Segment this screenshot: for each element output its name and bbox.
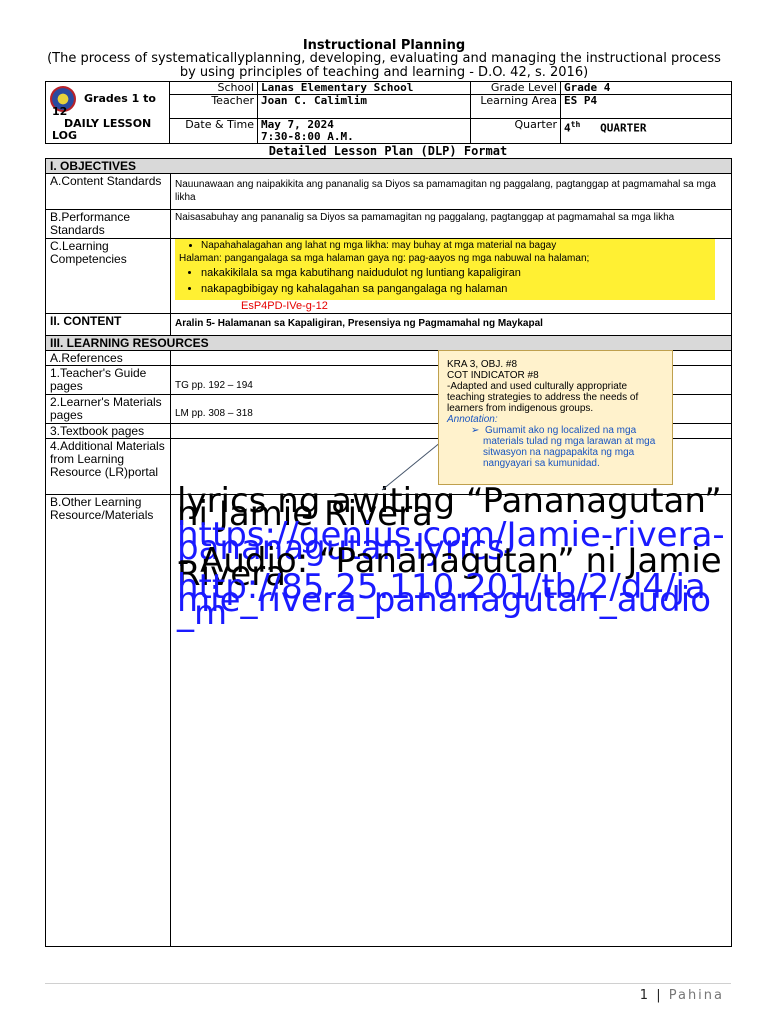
- callout-annotation-body: Gumamit ako ng localized na mga material…: [483, 425, 656, 469]
- page-number: 1: [639, 988, 651, 1003]
- cot-annotation-callout: KRA 3, OBJ. #8 COT INDICATOR #8 -Adapted…: [438, 350, 673, 485]
- page-footer: 1 | Pahina: [640, 988, 724, 1003]
- page-label: Pahina: [668, 988, 724, 1003]
- callout-kra: KRA 3, OBJ. #8: [447, 359, 518, 370]
- footer-divider: [45, 983, 731, 984]
- arrow-bullet-icon: ➢: [471, 425, 485, 436]
- callout-annotation-label: Annotation:: [447, 414, 498, 425]
- callout-connector: [381, 397, 496, 491]
- callout-annotation-text: ➢ Gumamit ako ng localized na mga materi…: [447, 425, 664, 469]
- callout-indicator: COT INDICATOR #8: [447, 370, 539, 381]
- callout-description: -Adapted and used culturally appropriate…: [447, 381, 639, 414]
- page-separator: |: [656, 988, 663, 1003]
